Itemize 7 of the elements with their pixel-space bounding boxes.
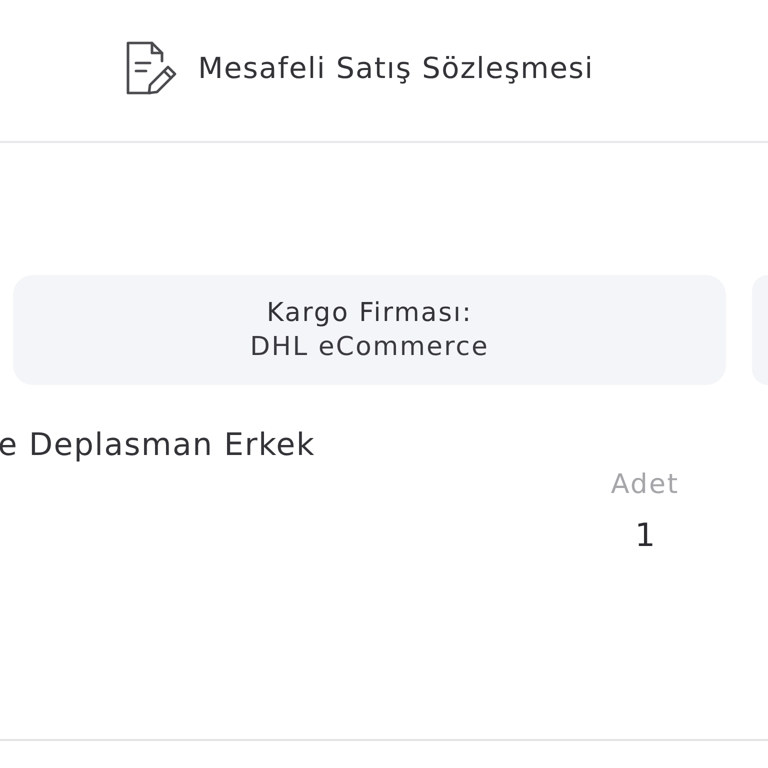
product-name: e Deplasman Erkek [0, 427, 316, 463]
quantity-label: Adet [610, 469, 680, 500]
contract-link[interactable]: Mesafeli Satış Sözleşmesi [126, 40, 594, 94]
shipping-company-value: DHL eCommerce [250, 332, 489, 362]
quantity-value: 1 [634, 516, 656, 554]
document-pencil-icon [126, 40, 178, 94]
shipping-company-label: Kargo Firması: [266, 298, 472, 328]
